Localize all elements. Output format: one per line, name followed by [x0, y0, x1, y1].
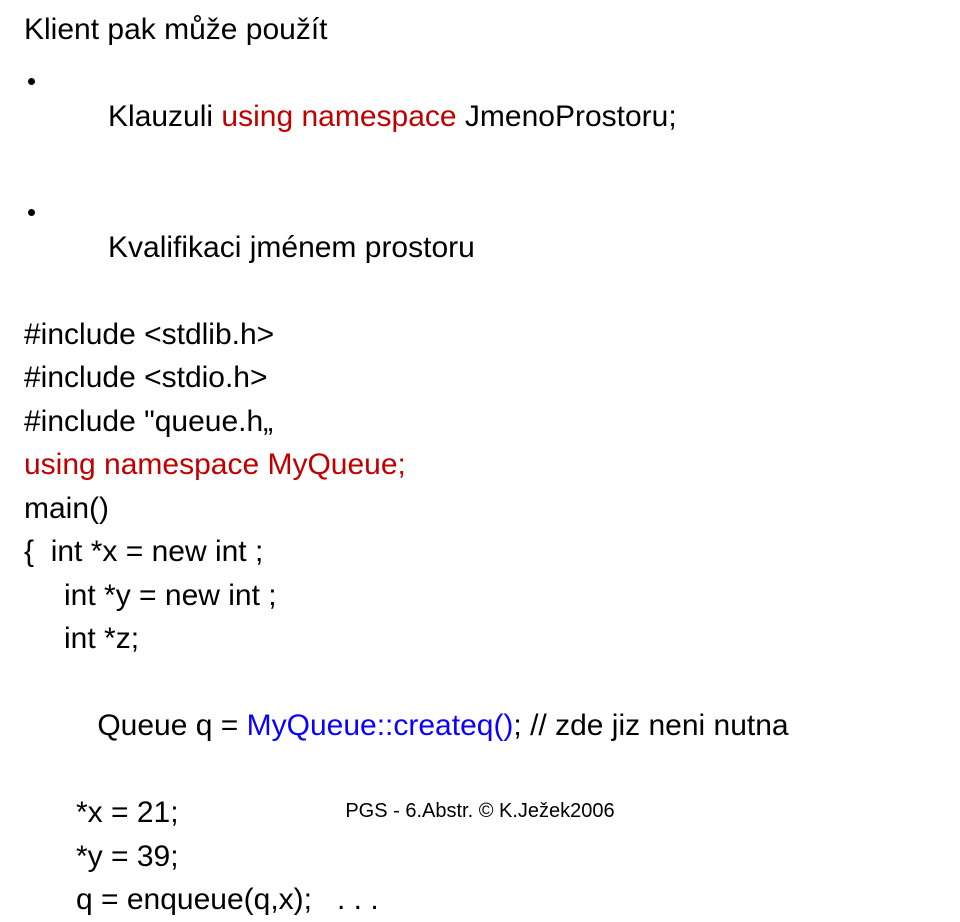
- code-inty: int *y = new int ;: [24, 574, 936, 618]
- code-intz: int *z;: [24, 617, 936, 661]
- bullet-2-pre: Kvalifikaci jménem prostoru: [108, 231, 475, 264]
- code-queue-call: MyQueue::createq(): [247, 709, 514, 742]
- slide-footer: PGS - 6.Abstr. © K.Ježek2006: [0, 797, 960, 826]
- code-using-namespace: using namespace MyQueue;: [24, 443, 936, 487]
- bullet-1-kw: using namespace: [221, 100, 456, 133]
- bullet-dot-icon: [24, 182, 58, 226]
- bullet-1-post: JmenoProstoru;: [457, 100, 677, 133]
- bullet-1-pre: Klauzuli: [108, 100, 221, 133]
- code-queue-post: ; // zde jiz neni nutna: [513, 709, 788, 742]
- code-main: main(): [24, 487, 936, 531]
- page-title: Klient pak může použít: [24, 8, 936, 52]
- code-queue-line: Queue q = MyQueue::createq(); // zde jiz…: [24, 661, 936, 792]
- code-include-1: #include <stdlib.h>: [24, 313, 936, 357]
- slide-page: Klient pak může použít Klauzuli using na…: [0, 0, 960, 844]
- code-queue-pre: Queue q =: [97, 709, 246, 742]
- bullet-2-text: Kvalifikaci jménem prostoru: [58, 182, 475, 313]
- bullet-dot-icon: [24, 52, 58, 96]
- code-include-2: #include <stdio.h>: [24, 356, 936, 400]
- code-include-3: #include "queue.h„: [24, 400, 936, 444]
- code-y39: *y = 39;: [24, 835, 936, 879]
- code-brace-intx: { int *x = new int ;: [24, 530, 936, 574]
- bullet-1-text: Klauzuli using namespace JmenoProstoru;: [58, 52, 677, 183]
- code-enqueue: q = enqueue(q,x); . . .: [24, 878, 936, 922]
- bullet-1: Klauzuli using namespace JmenoProstoru;: [24, 52, 936, 183]
- bullet-2: Kvalifikaci jménem prostoru: [24, 182, 936, 313]
